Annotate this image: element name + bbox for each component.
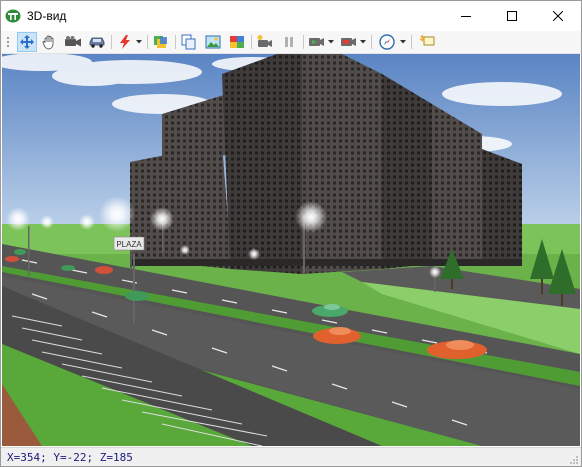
app-3d-icon bbox=[5, 9, 21, 23]
picture-icon bbox=[205, 35, 221, 49]
record-camera-icon bbox=[257, 35, 272, 47]
chevron-down-icon bbox=[360, 40, 366, 44]
toolbar bbox=[1, 31, 581, 54]
resize-grip-icon[interactable] bbox=[569, 455, 579, 465]
chevron-down-icon bbox=[136, 40, 142, 44]
toolbar-separator bbox=[147, 35, 148, 49]
move-button[interactable] bbox=[17, 32, 37, 52]
lightning-dropdown[interactable] bbox=[135, 32, 143, 52]
record-button[interactable] bbox=[255, 32, 275, 52]
texture-button[interactable] bbox=[227, 32, 247, 52]
close-icon bbox=[553, 11, 563, 21]
hand-icon bbox=[42, 35, 54, 50]
pause-icon bbox=[285, 37, 293, 47]
play-camera-icon bbox=[309, 38, 324, 46]
car-red-far bbox=[5, 256, 19, 262]
car-icon bbox=[89, 37, 105, 48]
sign-label: PLAZA bbox=[116, 240, 142, 249]
move-arrows-icon bbox=[20, 35, 34, 49]
layers-button[interactable] bbox=[151, 32, 171, 52]
compass-icon bbox=[379, 34, 395, 50]
minimize-button[interactable] bbox=[443, 1, 489, 31]
chevron-down-icon bbox=[400, 40, 406, 44]
toolbar-separator bbox=[411, 35, 412, 49]
play-camera-button[interactable] bbox=[307, 32, 327, 52]
layers-icon bbox=[154, 36, 167, 48]
3d-scene[interactable]: PLAZA bbox=[2, 54, 580, 446]
window-title: 3D-вид bbox=[27, 9, 67, 23]
hint-button[interactable] bbox=[417, 32, 437, 52]
maximize-button[interactable] bbox=[489, 1, 535, 31]
toolbar-separator bbox=[303, 35, 304, 49]
minimize-icon bbox=[461, 16, 471, 17]
copy-button[interactable] bbox=[179, 32, 199, 52]
car-green-far2 bbox=[14, 249, 26, 255]
texture-icon bbox=[230, 36, 244, 48]
video-camera-icon bbox=[65, 36, 81, 47]
coordinates-readout: X=354; Y=-22; Z=185 bbox=[7, 451, 133, 464]
save-view-button[interactable] bbox=[339, 32, 359, 52]
chevron-down-icon bbox=[328, 40, 334, 44]
car-button[interactable] bbox=[87, 32, 107, 52]
close-button[interactable] bbox=[535, 1, 581, 31]
lightning-icon bbox=[120, 35, 130, 49]
tooltip-icon bbox=[419, 34, 435, 46]
toolbar-grip[interactable] bbox=[7, 37, 9, 47]
app-window: 3D-вид PLAZA X=354; Y=-22; Z=185 bbox=[0, 0, 582, 467]
image-button[interactable] bbox=[203, 32, 223, 52]
toolbar-separator bbox=[111, 35, 112, 49]
toolbar-separator bbox=[371, 35, 372, 49]
play-camera-dropdown[interactable] bbox=[327, 32, 335, 52]
car-green-far bbox=[61, 265, 75, 271]
save-view-icon bbox=[341, 38, 356, 46]
lightning-button[interactable] bbox=[115, 32, 135, 52]
compass-dropdown[interactable] bbox=[399, 32, 407, 52]
toolbar-separator bbox=[175, 35, 176, 49]
camera-button[interactable] bbox=[63, 32, 83, 52]
save-view-dropdown[interactable] bbox=[359, 32, 367, 52]
maximize-icon bbox=[507, 11, 517, 21]
pause-button[interactable] bbox=[279, 32, 299, 52]
status-bar: X=354; Y=-22; Z=185 bbox=[1, 447, 581, 466]
toolbar-separator bbox=[251, 35, 252, 49]
compass-button[interactable] bbox=[377, 32, 397, 52]
car-green-left bbox=[125, 291, 149, 301]
pan-button[interactable] bbox=[39, 32, 59, 52]
car-red-left bbox=[95, 266, 113, 274]
title-bar[interactable]: 3D-вид bbox=[1, 1, 581, 31]
3d-viewport[interactable]: PLAZA bbox=[2, 54, 580, 446]
copy-icon bbox=[181, 34, 196, 50]
